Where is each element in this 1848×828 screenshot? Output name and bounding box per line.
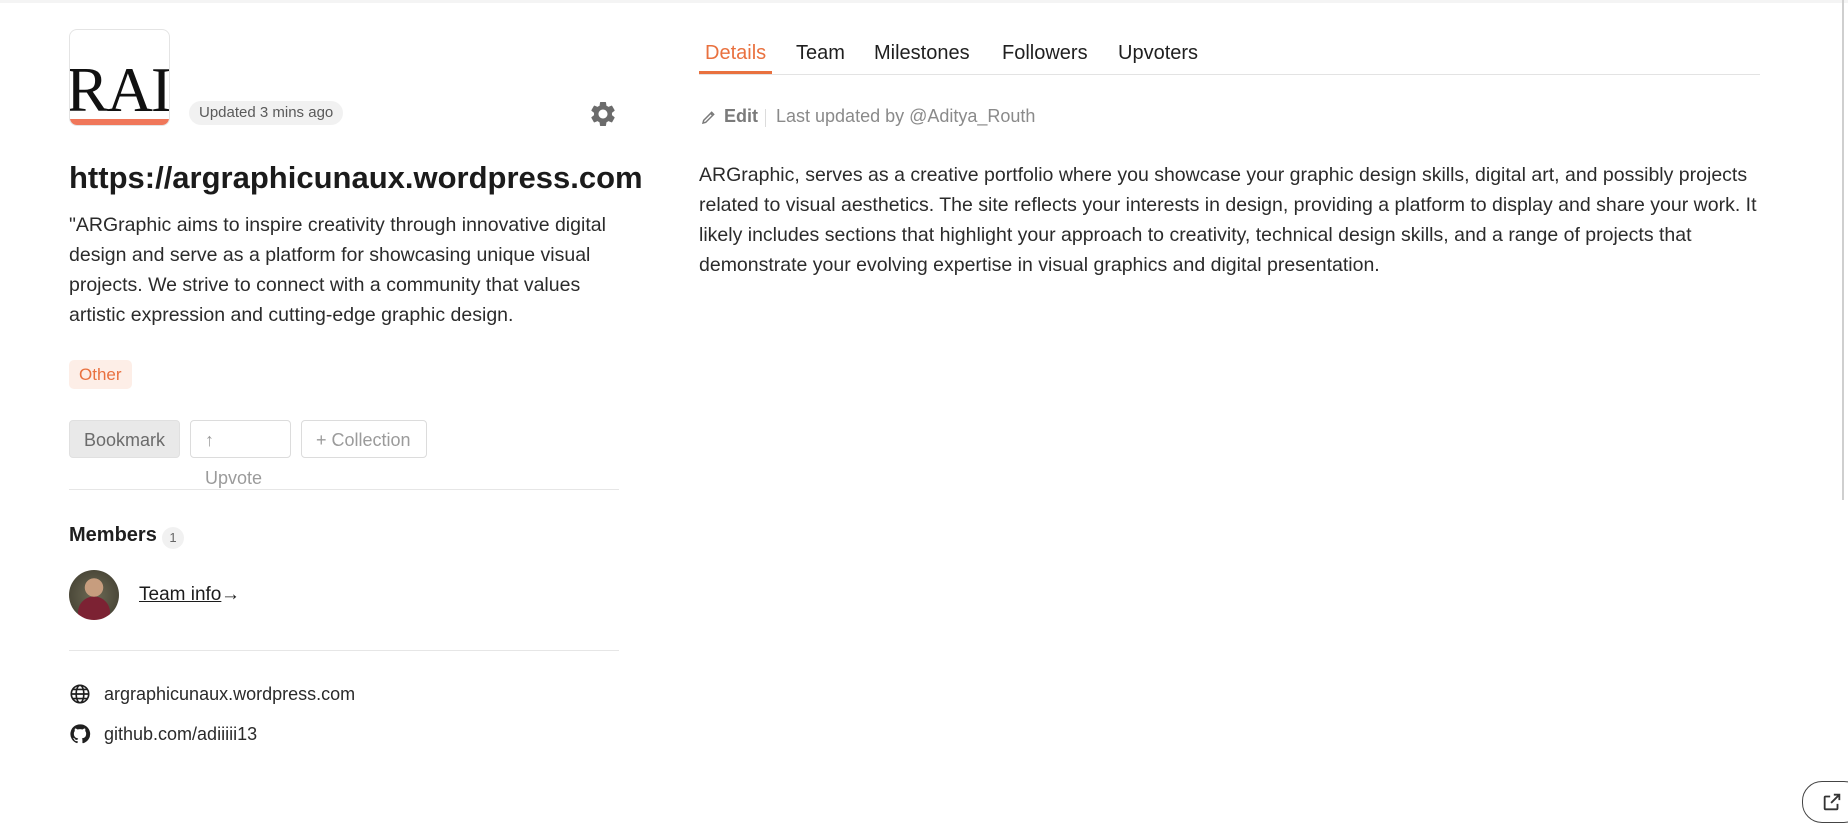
edit-label[interactable]: Edit	[724, 106, 758, 127]
logo-text: RAI	[69, 54, 170, 125]
active-tab-indicator	[699, 71, 772, 74]
add-collection-button[interactable]: + Collection	[301, 420, 427, 458]
project-logo: RAI	[69, 29, 170, 126]
top-border	[0, 0, 1848, 3]
divider	[69, 650, 619, 651]
arrow-right-icon: →	[221, 584, 240, 605]
team-info-link[interactable]: Team info	[139, 584, 221, 606]
website-link[interactable]: argraphicunaux.wordpress.com	[104, 684, 355, 705]
share-icon	[1823, 793, 1841, 811]
tab-upvoters[interactable]: Upvoters	[1118, 42, 1198, 65]
pencil-icon	[701, 111, 715, 125]
tab-bar: Details Team Milestones Followers Upvote…	[699, 38, 1760, 75]
tab-details[interactable]: Details	[705, 42, 766, 65]
project-description: ARGraphic, serves as a creative portfoli…	[699, 164, 1757, 276]
project-title: https://argraphicunaux.wordpress.com	[69, 160, 643, 195]
gear-icon[interactable]	[588, 99, 618, 129]
bookmark-button[interactable]: Bookmark	[69, 420, 180, 458]
scrollbar[interactable]	[1842, 0, 1844, 500]
tab-milestones[interactable]: Milestones	[874, 42, 970, 65]
updated-badge: Updated 3 mins ago	[189, 101, 344, 125]
members-count-badge: 1	[162, 527, 184, 549]
tab-team[interactable]: Team	[796, 42, 845, 65]
members-heading: Members	[69, 524, 157, 546]
github-icon	[70, 724, 91, 744]
last-updated-text: Last updated by @Aditya_Routh	[776, 106, 1036, 126]
tab-followers[interactable]: Followers	[1002, 42, 1088, 65]
project-tagline: "ARGraphic aims to inspire creativity th…	[69, 214, 606, 326]
separator	[765, 109, 766, 127]
divider	[69, 489, 619, 490]
category-tag[interactable]: Other	[69, 360, 132, 389]
avatar[interactable]	[69, 570, 119, 620]
globe-icon	[70, 684, 90, 704]
logo-accent-bar	[70, 119, 169, 125]
github-link[interactable]: github.com/adiiiii13	[104, 724, 257, 745]
share-button[interactable]	[1802, 781, 1848, 823]
upvote-button[interactable]: ↑ Upvote	[190, 420, 291, 488]
